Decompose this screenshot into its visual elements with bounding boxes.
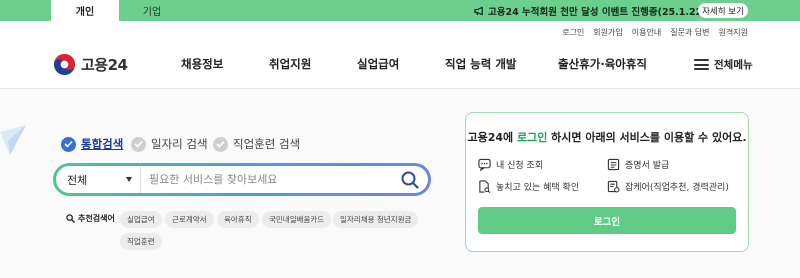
login-link[interactable]: 로그인 — [562, 27, 584, 38]
keyword-chip[interactable]: 일자리채용 청년지원금 — [333, 211, 419, 228]
service-my-applications[interactable]: 내 신청 조회 — [478, 158, 543, 171]
keyword-chip[interactable]: 근로계약서 — [165, 211, 214, 228]
recommended-label-text: 추천검색어 — [78, 214, 115, 223]
chat-bubble-icon — [478, 158, 491, 171]
check-circle-icon — [213, 136, 228, 152]
search-icon — [66, 214, 75, 223]
hamburger-icon — [694, 59, 709, 70]
search-input[interactable] — [141, 173, 392, 186]
login-button[interactable]: 로그인 — [478, 207, 736, 234]
check-circle-icon — [131, 136, 146, 152]
search-box: 전체 — [53, 163, 431, 196]
search-scope-select[interactable]: 전체 — [56, 166, 141, 193]
tab-personal[interactable]: 개인 — [51, 0, 119, 21]
search-button[interactable] — [392, 166, 428, 193]
login-panel-message: 고용24에 로그인 하시면 아래의 서비스를 이용할 수 있어요. — [467, 131, 747, 144]
megaphone-icon — [474, 6, 483, 15]
paper-plane-icon — [0, 125, 26, 155]
all-menu-label: 전체메뉴 — [714, 59, 753, 71]
signup-link[interactable]: 회원가입 — [593, 27, 622, 38]
career-document-icon — [607, 180, 620, 193]
printer-icon — [607, 158, 620, 171]
service-label: 내 신청 조회 — [496, 161, 544, 171]
event-detail-button[interactable]: 자세히 보기 — [698, 3, 748, 18]
nav-employment-support[interactable]: 취업지원 — [269, 56, 311, 72]
service-label: 잡케어(직업추천, 경력관리) — [625, 183, 729, 193]
qna-link[interactable]: 질문과 답변 — [670, 27, 709, 38]
document-search-icon — [479, 180, 491, 193]
service-label: 증명서 발급 — [625, 161, 670, 171]
tab-corporate[interactable]: 기업 — [119, 0, 185, 21]
keyword-chip[interactable]: 직업훈련 — [120, 233, 162, 250]
nav-job-info[interactable]: 채용정보 — [181, 56, 223, 72]
keyword-chip[interactable]: 육아휴직 — [217, 211, 259, 228]
service-certificate[interactable]: 증명서 발급 — [607, 158, 669, 171]
guide-link[interactable]: 이용안내 — [632, 27, 661, 38]
keyword-chip[interactable]: 실업급여 — [120, 211, 162, 228]
remote-support-link[interactable]: 원격지원 — [719, 27, 748, 38]
check-circle-icon — [61, 136, 76, 152]
all-menu-button[interactable]: 전체메뉴 — [694, 57, 753, 72]
taegeuk-logo-icon — [53, 53, 76, 76]
search-icon — [401, 171, 419, 189]
logo-text: 고용24 — [81, 56, 128, 74]
search-scope-value: 전체 — [67, 173, 88, 187]
caret-down-icon — [126, 177, 132, 182]
option-label: 통합검색 — [81, 137, 124, 151]
option-label: 일자리 검색 — [151, 137, 208, 151]
keyword-chip[interactable]: 국민내일배움카드 — [262, 211, 332, 228]
option-integrated-search[interactable]: 통합검색 — [61, 136, 123, 152]
login-panel: 고용24에 로그인 하시면 아래의 서비스를 이용할 수 있어요. 내 신청 조… — [465, 112, 749, 252]
nav-skill-development[interactable]: 직업 능력 개발 — [445, 56, 517, 72]
option-training-search[interactable]: 직업훈련 검색 — [213, 136, 300, 152]
site-logo[interactable]: 고용24 — [53, 53, 128, 76]
option-label: 직업훈련 검색 — [233, 137, 301, 151]
recommended-keywords-label: 추천검색어 — [66, 213, 115, 224]
utility-links: 로그인 회원가입 이용안내 질문과 답변 원격지원 — [562, 27, 748, 38]
service-jobcare[interactable]: 잡케어(직업추천, 경력관리) — [607, 180, 729, 193]
service-label: 놓치고 있는 혜택 확인 — [496, 183, 580, 193]
nav-parental-leave[interactable]: 출산휴가·육아휴직 — [558, 56, 647, 72]
option-job-search[interactable]: 일자리 검색 — [131, 136, 208, 152]
service-missed-benefits[interactable]: 놓치고 있는 혜택 확인 — [478, 180, 579, 193]
nav-unemployment-benefit[interactable]: 실업급여 — [357, 56, 399, 72]
